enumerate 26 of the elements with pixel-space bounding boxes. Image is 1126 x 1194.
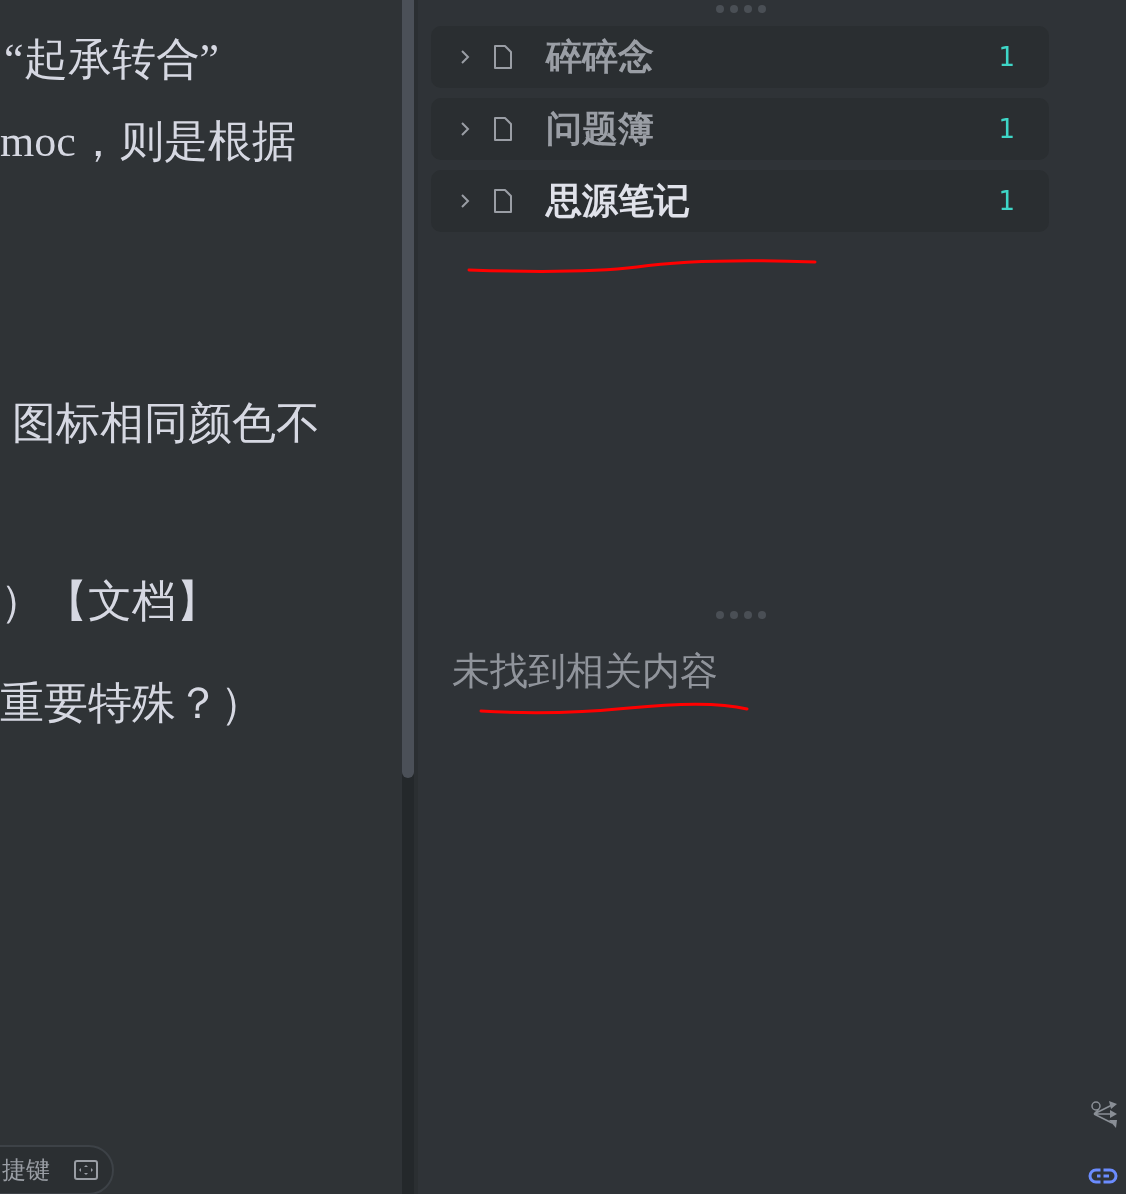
backlink-item[interactable]: 碎碎念 1 <box>431 26 1049 88</box>
chevron-icon[interactable] <box>460 121 470 137</box>
document-icon <box>493 188 513 214</box>
paragraph-text: “起承转合” <box>3 34 221 86</box>
paragraph-text: ）【文档】 <box>0 576 221 628</box>
graph-icon[interactable] <box>1090 1100 1118 1130</box>
document-title: 思源笔记 <box>546 179 691 223</box>
chevron-icon[interactable] <box>460 49 470 65</box>
document-icon <box>493 44 513 70</box>
backlink-item[interactable]: 思源笔记 1 <box>431 170 1049 232</box>
paragraph-text: moc，则是根据 <box>0 116 297 168</box>
shortcut-button[interactable]: 捷键 <box>0 1145 114 1194</box>
paragraph-text: 图标相同颜色不 <box>11 398 321 450</box>
reference-count: 1 <box>998 42 1015 72</box>
scrollbar[interactable] <box>402 0 414 1194</box>
reference-count: 1 <box>998 186 1015 216</box>
chevron-icon[interactable] <box>460 193 470 209</box>
document-title: 碎碎念 <box>546 35 655 79</box>
link-icon[interactable] <box>1088 1168 1118 1184</box>
empty-message: 未找到相关内容 <box>452 649 719 694</box>
reference-count: 1 <box>998 114 1015 144</box>
document-title: 问题簿 <box>546 107 655 151</box>
fullscreen-icon <box>74 1160 98 1180</box>
document-icon <box>493 116 513 142</box>
paragraph-text: 重要特殊？） <box>0 678 265 730</box>
backlink-item[interactable]: 问题簿 1 <box>431 98 1049 160</box>
